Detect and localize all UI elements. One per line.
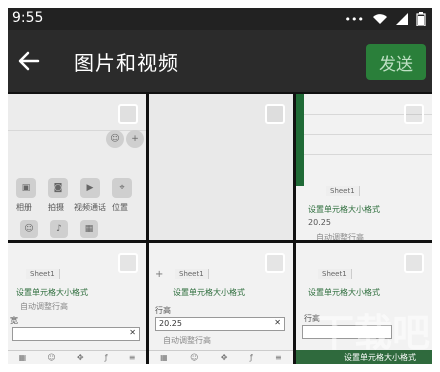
media-tile-5[interactable]: + Sheet1 设置单元格大小格式 行高 20.25 ✕ 自动调整行高 ▦ ☺… (149, 243, 293, 364)
function-icon[interactable]: ƒ (250, 353, 253, 362)
menu-label: 设置单元格大小格式 (173, 288, 245, 297)
bottom-toolbar: ▦ ☺ ✥ ƒ ≡ (8, 350, 146, 364)
location-icon: ⌖ (112, 178, 132, 198)
attach-label-4: 位置 (112, 203, 128, 212)
move-icon[interactable]: ✥ (77, 353, 84, 362)
contact-icon: ☺ (20, 220, 38, 238)
video-icon: ▶ (80, 178, 100, 198)
status-time: 9:55 (12, 10, 44, 26)
status-bar: 9:55 ••• (8, 8, 432, 30)
row-header-bar (296, 94, 304, 186)
field-label: 行高 (155, 306, 171, 315)
camera-icon: ◙ (48, 178, 68, 198)
move-icon[interactable]: ✥ (221, 353, 228, 362)
dots-icon: ••• (344, 12, 364, 26)
watermark-logo: 下载吧 (316, 310, 431, 355)
arrow-left-icon[interactable] (16, 48, 42, 74)
sheet-tab[interactable]: Sheet1 (318, 269, 352, 279)
option-label: 自动调整行高 (163, 336, 211, 345)
emoji-icon: ☺ (106, 130, 124, 148)
function-icon[interactable]: ƒ (105, 353, 108, 362)
option-label: 自动调整行高 (316, 233, 364, 240)
media-tile-3[interactable]: Sheet1 设置单元格大小格式 20.25 自动调整行高 (296, 94, 432, 240)
menu-label: 设置单元格大小格式 (308, 205, 380, 214)
option-label: 自动调整行高 (20, 302, 68, 311)
grid-line (304, 154, 432, 155)
keyboard-icon[interactable]: ▦ (19, 353, 27, 362)
size-input[interactable]: ✕ (12, 327, 140, 341)
menu-icon[interactable]: ≡ (275, 353, 282, 362)
mic-icon: ♪ (50, 220, 68, 238)
sheet-tab[interactable]: Sheet1 (326, 186, 360, 196)
clear-icon[interactable]: ✕ (129, 328, 136, 337)
grid-line (304, 134, 432, 135)
bottom-toolbar: ▦ ☺ ✥ ƒ ≡ (149, 350, 293, 364)
media-tile-2[interactable] (149, 94, 293, 240)
field-label: 宽 (10, 316, 18, 325)
signal-icon (396, 13, 408, 25)
photo-icon: ▣ (16, 178, 36, 198)
sheet-tab[interactable]: Sheet1 (26, 269, 60, 279)
attach-label-1: 相册 (16, 203, 32, 212)
media-tile-4[interactable]: Sheet1 设置单元格大小格式 自动调整行高 宽 ✕ ▦ ☺ ✥ ƒ ≡ (8, 243, 146, 364)
attach-label-3: 视频通话 (74, 203, 106, 212)
row-height-input[interactable]: 20.25 ✕ (155, 317, 285, 331)
keyboard-icon[interactable]: ▦ (160, 353, 168, 362)
media-grid: ☺ + ▣ 相册 ◙ 拍摄 ▶ 视频通话 ⌖ 位置 ☺ ♪ ▦ Sheet1 设… (8, 92, 432, 364)
media-tile-1[interactable]: ☺ + ▣ 相册 ◙ 拍摄 ▶ 视频通话 ⌖ 位置 ☺ ♪ ▦ (8, 94, 146, 240)
attach-label-2: 拍摄 (48, 203, 64, 212)
page-title: 图片和视频 (74, 51, 179, 75)
smile-icon[interactable]: ☺ (47, 353, 55, 362)
select-checkbox[interactable] (265, 253, 285, 273)
select-checkbox[interactable] (118, 104, 138, 124)
plus-icon: + (126, 130, 144, 148)
sheet-tab[interactable]: Sheet1 (175, 269, 209, 279)
battery-icon (416, 12, 426, 26)
input-value: 20.25 (159, 319, 182, 328)
select-checkbox[interactable] (118, 253, 138, 273)
screenshot-frame: 9:55 ••• 图片和视频 发送 ☺ + ▣ 相册 ◙ 拍摄 ▶ 视频通话 ⌖… (8, 8, 432, 364)
menu-label: 设置单元格大小格式 (16, 288, 88, 297)
box-icon: ▦ (80, 220, 98, 238)
clear-icon[interactable]: ✕ (274, 318, 281, 327)
status-icons: ••• (345, 12, 426, 26)
send-button[interactable]: 发送 (366, 44, 426, 80)
add-icon[interactable]: + (155, 269, 163, 280)
select-checkbox[interactable] (265, 104, 285, 124)
smile-icon[interactable]: ☺ (190, 353, 198, 362)
app-bar: 图片和视频 发送 (8, 30, 432, 92)
select-checkbox[interactable] (404, 253, 424, 273)
cell-value: 20.25 (308, 218, 331, 227)
select-checkbox[interactable] (404, 104, 424, 124)
wifi-icon (373, 14, 387, 24)
divider (8, 130, 146, 131)
menu-icon[interactable]: ≡ (129, 353, 136, 362)
menu-label: 设置单元格大小格式 (308, 288, 380, 297)
